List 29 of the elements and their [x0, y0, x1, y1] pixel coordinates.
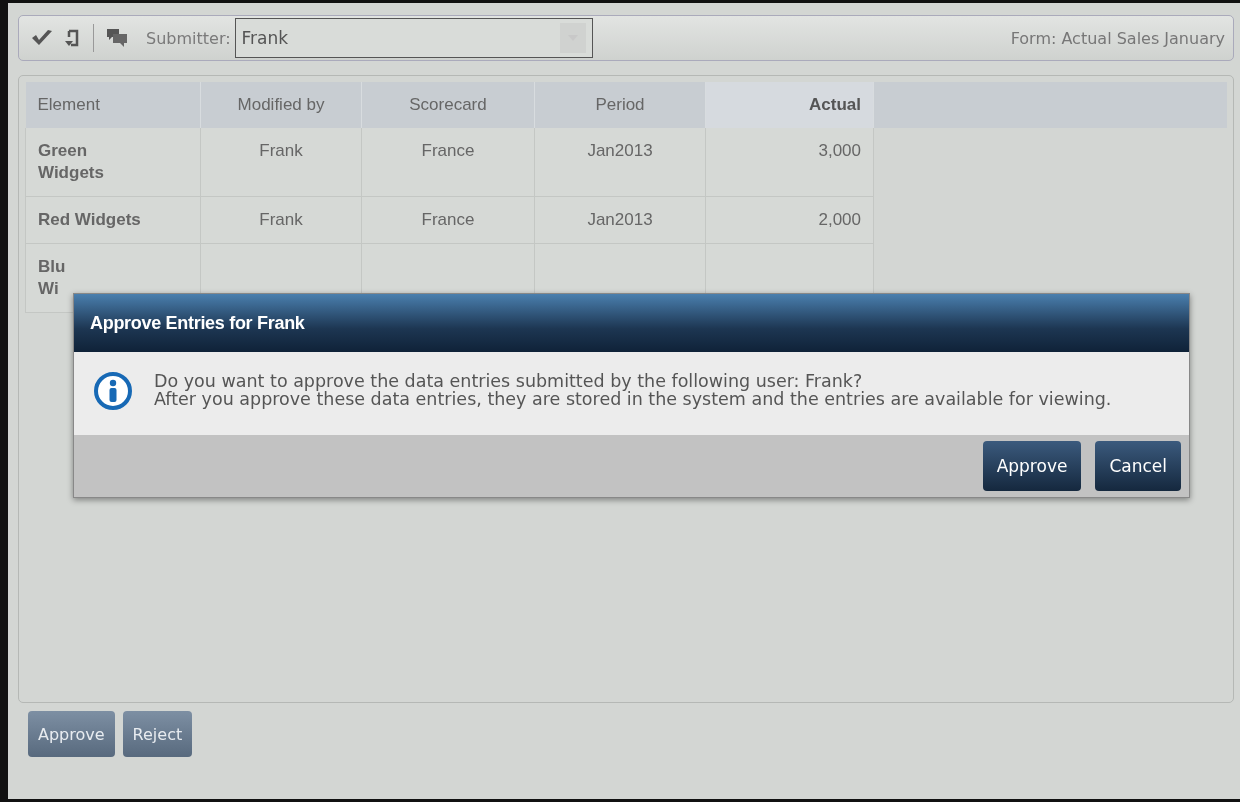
table-cell: Red Widgets — [25, 196, 201, 244]
checkmark-icon[interactable] — [31, 29, 53, 47]
column-header: Period — [534, 82, 706, 128]
column-header: Actual — [705, 82, 874, 128]
dialog-message: Do you want to approve the data entries submitted by the following user: Frank? — [154, 372, 863, 391]
table-cell: Jan2013 — [534, 128, 706, 197]
column-header: Modified by — [200, 82, 362, 128]
table-cell: Green Widgets — [25, 128, 201, 197]
dialog-message: After you approve these data entries, they are stored in the system and the entries are available for viewing. — [154, 390, 1113, 409]
dialog-title: Approve Entries for Frank — [74, 294, 1189, 352]
table-cell: France — [361, 196, 535, 244]
return-icon[interactable] — [63, 27, 81, 49]
table-cell: 2,000 — [705, 196, 874, 244]
table-cell: 3,000 — [705, 128, 874, 197]
info-icon — [94, 372, 132, 410]
table-cell: Frank — [200, 128, 362, 197]
table-cell: Jan2013 — [534, 196, 706, 244]
comments-icon[interactable] — [106, 28, 128, 48]
dialog-button[interactable]: Cancel — [1095, 441, 1181, 491]
submitter-dropdown[interactable]: Frank — [234, 18, 593, 58]
form-label: Form: Actual Sales January — [1010, 28, 1225, 48]
submitter-label: Submitter: — [146, 28, 231, 48]
column-header: Scorecard — [361, 82, 535, 128]
dialog-button[interactable]: Approve — [982, 441, 1082, 491]
table-cell: France — [361, 128, 535, 197]
footer-button[interactable]: Approve — [28, 711, 115, 757]
table-cell: Frank — [200, 196, 362, 244]
column-header: Element — [25, 82, 201, 128]
footer-button[interactable]: Reject — [122, 711, 193, 757]
